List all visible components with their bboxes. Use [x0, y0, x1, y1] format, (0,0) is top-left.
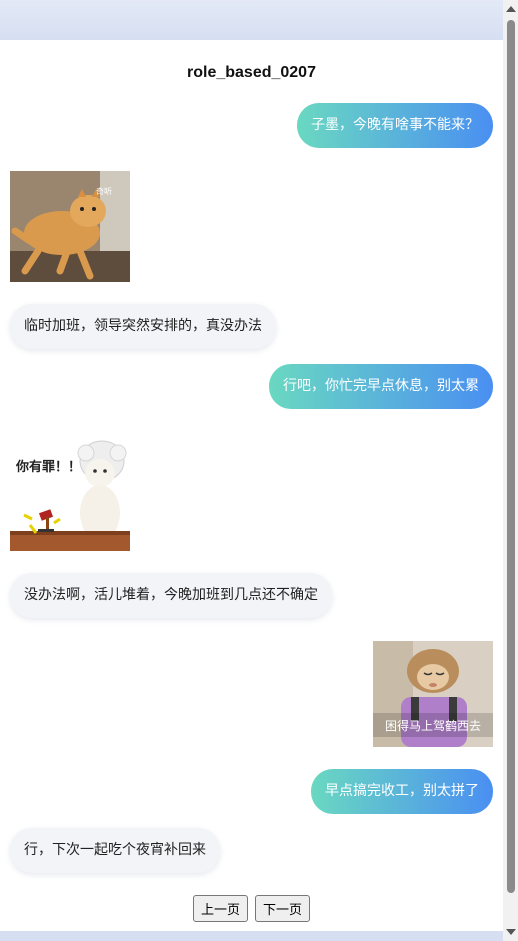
message-bubble-outgoing: 行吧，你忙完早点休息，别太累	[269, 364, 493, 409]
judge-cat-sticker: 你有罪！！	[10, 431, 130, 551]
message-bubble-outgoing: 子墨，今晚有啥事不能来？	[297, 103, 493, 148]
sleepy-monkey-sticker: 困得马上驾鹤西去	[373, 641, 493, 747]
top-header-strip	[0, 0, 518, 40]
pagination: 上一页 下一页	[0, 895, 503, 922]
scroll-thumb[interactable]	[507, 20, 515, 893]
bottom-footer-strip	[0, 931, 518, 941]
prev-page-button[interactable]: 上一页	[192, 895, 248, 922]
scroll-up-icon[interactable]	[506, 6, 516, 12]
message-bubble-incoming: 临时加班，领导突然安排的，真没办法	[10, 304, 276, 349]
next-page-button[interactable]: 下一页	[255, 895, 311, 922]
sticker-caption: 你有罪！！	[15, 459, 81, 475]
vertical-scrollbar[interactable]	[503, 0, 518, 941]
page-title: role_based_0207	[187, 64, 316, 81]
message-bubble-incoming: 行，下次一起吃个夜宵补回来	[10, 828, 220, 873]
sticker-caption: 困得马上驾鹤西去	[385, 718, 481, 733]
message-bubble-outgoing: 早点搞完收工，别太拼了	[311, 769, 493, 814]
message-bubble-incoming: 没办法啊，活儿堆着，今晚加班到几点还不确定	[10, 573, 332, 618]
chat-panel: role_based_0207 子墨，今晚有啥事不能来？ 奇听 临时加班，领导突…	[0, 40, 503, 931]
running-cat-sticker: 奇听	[10, 171, 130, 282]
scroll-down-icon[interactable]	[506, 929, 516, 935]
sticker-caption: 奇听	[96, 186, 112, 196]
